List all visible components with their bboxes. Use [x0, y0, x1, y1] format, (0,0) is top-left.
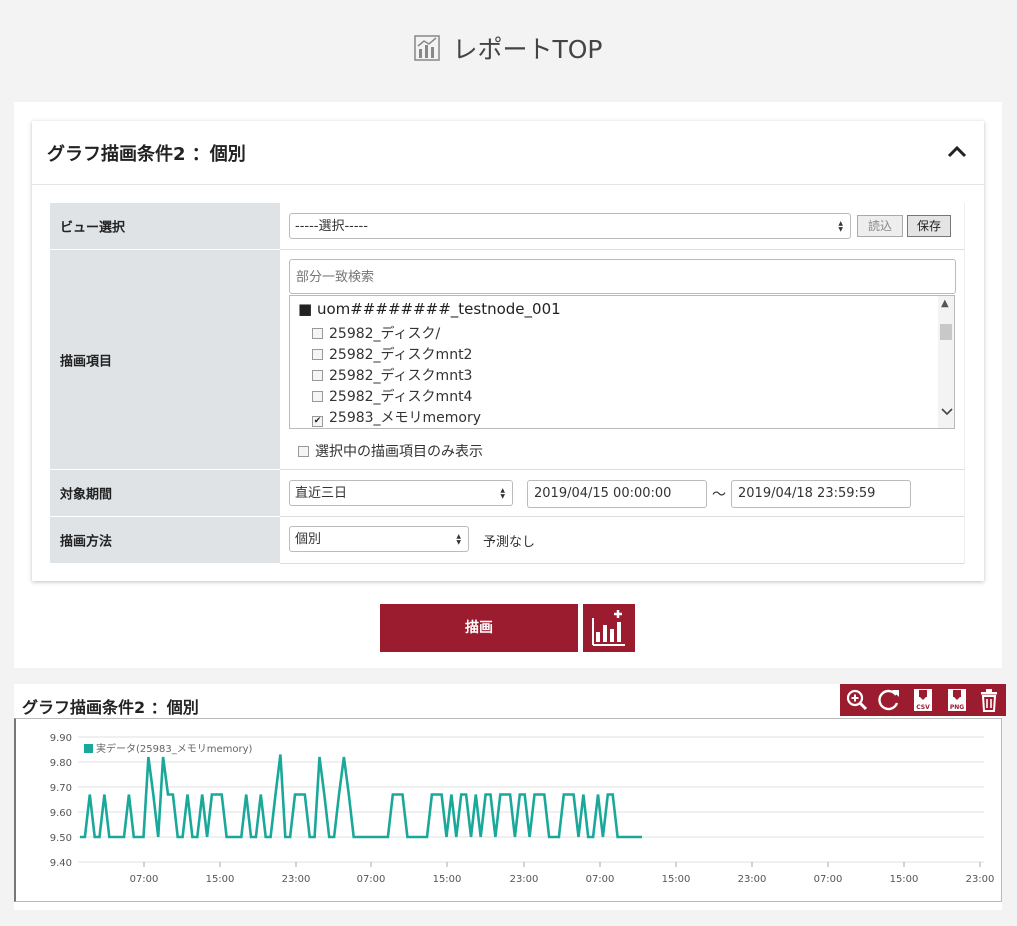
chevron-down-icon[interactable]	[941, 406, 953, 416]
view-label: ビュー選択	[60, 220, 126, 236]
select-arrow-icon: ▲ ▼	[838, 220, 843, 233]
period-select[interactable]: 直近三日 ▲ ▼	[289, 480, 513, 506]
x-tick-label: 07:00	[586, 874, 615, 885]
x-tick-label: 23:00	[966, 874, 995, 885]
method-row: 描画方法 個別 ▲ ▼ 予測なし	[50, 517, 965, 564]
svg-text:CSV: CSV	[916, 704, 930, 711]
y-tick-label: 9.40	[50, 858, 72, 869]
period-row: 対象期間 直近三日 ▲ ▼ 2019/04/15 00:00:00 ～ 2019/…	[50, 470, 965, 517]
x-tick-label: 07:00	[814, 874, 843, 885]
refresh-icon[interactable]	[875, 687, 903, 713]
scroll-thumb[interactable]	[940, 324, 952, 340]
list-item[interactable]: 25982_ディスク/	[312, 324, 440, 344]
x-tick-label: 15:00	[662, 874, 691, 885]
add-chart-icon	[592, 610, 625, 646]
x-tick-label: 07:00	[357, 874, 386, 885]
items-label: 描画項目	[60, 354, 113, 369]
method-label: 描画方法	[60, 534, 113, 550]
series-line	[80, 754, 642, 839]
x-tick-label: 23:00	[738, 874, 767, 885]
y-tick-label: 9.90	[50, 733, 72, 744]
y-tick-label: 9.70	[50, 783, 72, 794]
list-item[interactable]: 25982_ディスクmnt3	[312, 366, 472, 386]
forecast-text: 予測なし	[483, 535, 536, 550]
items-row: 描画項目 ■ uom########_testnode_001 25982_ディ…	[50, 250, 965, 470]
page-header: レポートTOP	[0, 24, 1017, 72]
card-header: グラフ描画条件2 ：個別	[32, 121, 984, 185]
checkbox[interactable]	[312, 391, 323, 402]
view-row: ビュー選択 -----選択----- ▲ ▼ 読込 保存	[50, 203, 965, 250]
draw-button[interactable]: 描画	[380, 604, 578, 652]
checkbox[interactable]	[298, 446, 309, 457]
y-tick-label: 9.60	[50, 808, 72, 819]
x-tick-label: 15:00	[433, 874, 462, 885]
select-arrow-icon: ▲ ▼	[500, 487, 505, 500]
card-title: グラフ描画条件2 ：個別	[47, 144, 246, 165]
x-tick-label: 15:00	[890, 874, 919, 885]
legend-swatch	[84, 744, 93, 753]
graph-title: グラフ描画条件2 ：個別	[22, 698, 199, 717]
view-select-value: -----選択-----	[295, 219, 368, 234]
x-tick-label: 23:00	[510, 874, 539, 885]
period-label: 対象期間	[60, 487, 113, 503]
csv-download-icon[interactable]: CSV	[909, 687, 937, 713]
period-select-value: 直近三日	[295, 486, 348, 501]
selected-only-toggle[interactable]: 選択中の描画項目のみ表示	[298, 441, 483, 461]
listbox-scrollbar[interactable]: ▲	[938, 296, 954, 428]
method-select[interactable]: 個別 ▲ ▼	[289, 526, 469, 552]
add-graph-button[interactable]	[583, 604, 635, 652]
y-tick-label: 9.80	[50, 758, 72, 769]
node-label: ■ uom########_testnode_001	[298, 300, 561, 318]
zoom-in-icon[interactable]	[843, 687, 871, 713]
checkbox[interactable]	[312, 328, 323, 339]
chevron-up-icon[interactable]	[946, 143, 968, 161]
list-item[interactable]: ✔ 25983_メモリmemory	[312, 408, 481, 428]
items-listbox[interactable]: ■ uom########_testnode_001 25982_ディスク/ 2…	[289, 295, 955, 429]
load-button[interactable]: 読込	[857, 215, 903, 237]
checkbox[interactable]	[312, 349, 323, 360]
x-tick-label: 07:00	[130, 874, 159, 885]
svg-text:PNG: PNG	[950, 704, 964, 711]
graph-toolbar: CSV PNG	[840, 684, 1006, 716]
end-datetime-input[interactable]: 2019/04/18 23:59:59	[731, 480, 911, 508]
x-tick-label: 23:00	[282, 874, 311, 885]
chart-icon	[414, 35, 441, 61]
trash-icon[interactable]	[975, 687, 1003, 713]
legend-label: 実データ(25983_メモリmemory)	[96, 742, 252, 755]
view-select[interactable]: -----選択----- ▲ ▼	[289, 213, 851, 239]
checkbox-checked[interactable]: ✔	[312, 416, 323, 427]
select-arrow-icon: ▲ ▼	[456, 533, 461, 546]
line-chart: 9.90 9.80 9.70 9.60 9.50 9.40 07:00 15:00 23:00 0…	[14, 718, 1002, 902]
x-tick-label: 15:00	[206, 874, 235, 885]
list-item[interactable]: 25982_ディスクmnt2	[312, 345, 472, 365]
chart-svg: 9.90 9.80 9.70 9.60 9.50 9.40 07:00 15:00 23:00 0…	[50, 733, 995, 885]
range-tilde: ～	[712, 487, 726, 503]
method-select-value: 個別	[295, 532, 322, 547]
y-tick-label: 9.50	[50, 833, 72, 844]
png-download-icon[interactable]: PNG	[943, 687, 971, 713]
scroll-up-icon[interactable]: ▲	[941, 298, 949, 309]
save-button[interactable]: 保存	[907, 215, 951, 237]
start-datetime-input[interactable]: 2019/04/15 00:00:00	[527, 480, 707, 508]
checkbox[interactable]	[312, 370, 323, 381]
page-title: レポートTOP	[452, 35, 603, 64]
list-item[interactable]: 25982_ディスクmnt4	[312, 387, 472, 407]
search-input[interactable]	[289, 259, 956, 294]
